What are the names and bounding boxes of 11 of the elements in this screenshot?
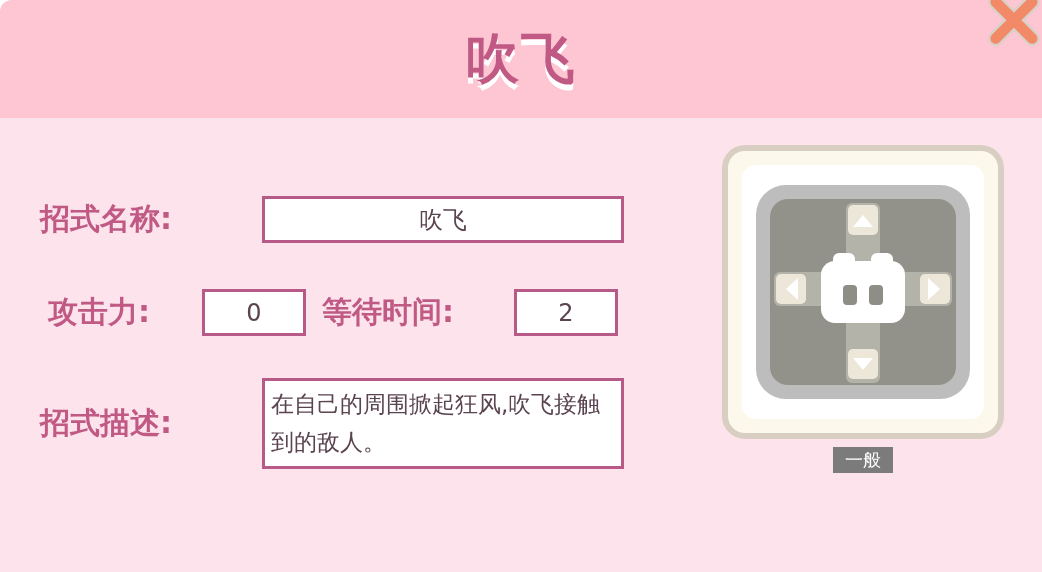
dialog-title: 吹飞 [465,25,577,92]
field-label: 等待时间: [322,293,455,331]
rarity-badge: 一般 [833,447,893,473]
description-field[interactable]: 在自己的周围掀起狂风,吹飞接触到的敌人。 [262,378,624,469]
dpad-icon [722,145,1004,439]
field-label: 招式描述: [40,404,173,442]
wait-time-field[interactable]: 2 [514,289,618,336]
field-label: 攻击力: [48,293,151,331]
field-label: 招式名称: [40,200,173,238]
name-field[interactable]: 吹飞 [262,196,624,243]
attack-field[interactable]: 0 [202,289,306,336]
